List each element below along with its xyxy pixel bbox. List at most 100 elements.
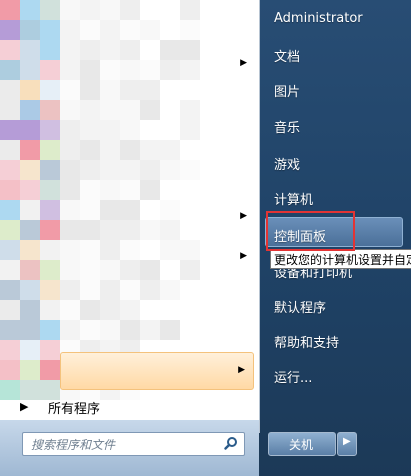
blurred-tile xyxy=(100,80,120,100)
shutdown-button[interactable]: 关机 xyxy=(268,432,336,456)
blurred-tile xyxy=(60,0,80,20)
blurred-tile xyxy=(40,300,60,320)
blurred-tile xyxy=(60,320,80,340)
blurred-tile xyxy=(80,80,100,100)
blurred-tile xyxy=(100,120,120,140)
blurred-tile xyxy=(100,100,120,120)
submenu-arrow-icon: ▶ xyxy=(240,211,247,221)
program-row-2[interactable]: ▶ xyxy=(0,205,259,227)
blurred-tile xyxy=(140,320,160,340)
programs-panel: ▶ ▶ ▶ ▶ ▶ 所有程序 xyxy=(0,0,260,433)
control-panel-tooltip: 更改您的计算机设置并自定 xyxy=(270,249,411,269)
blurred-tile xyxy=(0,140,20,160)
blurred-tile xyxy=(120,100,140,120)
blurred-tile xyxy=(180,20,200,40)
blurred-tile xyxy=(20,20,40,40)
blurred-tile xyxy=(40,120,60,140)
blurred-tile xyxy=(120,280,140,300)
menu-item-run[interactable]: 运行... xyxy=(274,367,312,386)
blurred-tile xyxy=(60,180,80,200)
blurred-tile xyxy=(140,140,160,160)
blurred-tile xyxy=(120,120,140,140)
blurred-tile xyxy=(0,120,20,140)
program-row-1[interactable]: ▶ xyxy=(0,52,259,74)
blurred-tile xyxy=(100,300,120,320)
blurred-tile xyxy=(40,180,60,200)
submenu-arrow-icon: ▶ xyxy=(240,251,247,261)
blurred-tile xyxy=(20,280,40,300)
blurred-tile xyxy=(80,180,100,200)
blurred-tile xyxy=(40,80,60,100)
shutdown-options-button[interactable]: ▶ xyxy=(337,432,357,456)
blurred-tile xyxy=(140,100,160,120)
blurred-tile xyxy=(80,320,100,340)
blurred-tile xyxy=(60,140,80,160)
blurred-tile xyxy=(20,180,40,200)
blurred-tile xyxy=(20,0,40,20)
blurred-tile xyxy=(60,280,80,300)
blurred-tile xyxy=(0,280,20,300)
menu-item-pictures[interactable]: 图片 xyxy=(274,81,300,100)
search-box[interactable]: 搜索程序和文件 xyxy=(22,432,245,456)
blurred-tile xyxy=(140,280,160,300)
blurred-tile xyxy=(0,20,20,40)
shutdown-label: 关机 xyxy=(289,438,314,452)
blurred-tile xyxy=(120,180,140,200)
blurred-tile xyxy=(0,100,20,120)
blurred-tile xyxy=(20,360,40,380)
blurred-tile xyxy=(100,160,120,180)
blurred-tile xyxy=(80,140,100,160)
blurred-tile xyxy=(40,280,60,300)
blurred-tile xyxy=(40,160,60,180)
blurred-tile xyxy=(0,300,20,320)
blurred-tile xyxy=(20,300,40,320)
blurred-tile xyxy=(100,320,120,340)
submenu-arrow-icon: ▶ xyxy=(238,365,245,375)
menu-item-documents[interactable]: 文档 xyxy=(274,46,300,65)
chevron-right-icon: ▶ xyxy=(343,436,351,447)
blurred-tile xyxy=(180,120,200,140)
blurred-tile xyxy=(120,80,140,100)
blurred-tile xyxy=(180,100,200,120)
program-row-4-highlight[interactable]: ▶ xyxy=(60,352,254,390)
blurred-tile xyxy=(100,180,120,200)
tooltip-text: 更改您的计算机设置并自定 xyxy=(274,253,411,267)
program-row-3[interactable]: ▶ xyxy=(0,245,259,267)
blurred-tile xyxy=(20,100,40,120)
blurred-tile xyxy=(60,20,80,40)
search-icon[interactable] xyxy=(224,436,238,450)
blurred-tile xyxy=(0,360,20,380)
blurred-tile xyxy=(140,20,160,40)
submenu-arrow-icon: ▶ xyxy=(240,58,247,68)
user-name[interactable]: Administrator xyxy=(274,11,363,26)
blurred-tile xyxy=(160,140,180,160)
menu-item-games[interactable]: 游戏 xyxy=(274,154,300,173)
blurred-tile xyxy=(80,280,100,300)
blurred-tile xyxy=(100,20,120,40)
blurred-tile xyxy=(0,0,20,20)
blurred-tile xyxy=(60,120,80,140)
blurred-tile xyxy=(160,280,180,300)
menu-item-music[interactable]: 音乐 xyxy=(274,117,300,136)
blurred-tile xyxy=(120,320,140,340)
blurred-tile xyxy=(140,180,160,200)
menu-item-computer[interactable]: 计算机 xyxy=(274,189,313,208)
blurred-tile xyxy=(0,180,20,200)
blurred-tile xyxy=(0,160,20,180)
blurred-tile xyxy=(40,140,60,160)
all-programs-arrow-icon: ▶ xyxy=(20,400,29,413)
search-input[interactable]: 搜索程序和文件 xyxy=(31,436,115,453)
all-programs-button[interactable]: ▶ 所有程序 xyxy=(0,395,259,419)
blurred-tile xyxy=(140,160,160,180)
blurred-tile xyxy=(80,20,100,40)
blurred-tile xyxy=(40,320,60,340)
blurred-tile xyxy=(20,320,40,340)
menu-item-default-programs[interactable]: 默认程序 xyxy=(274,297,326,316)
blurred-tile xyxy=(160,320,180,340)
blurred-tile xyxy=(100,280,120,300)
blurred-tile xyxy=(20,80,40,100)
blurred-tile xyxy=(0,340,20,360)
menu-item-help-support[interactable]: 帮助和支持 xyxy=(274,332,339,351)
blurred-tile xyxy=(40,340,60,360)
blurred-tile xyxy=(20,140,40,160)
